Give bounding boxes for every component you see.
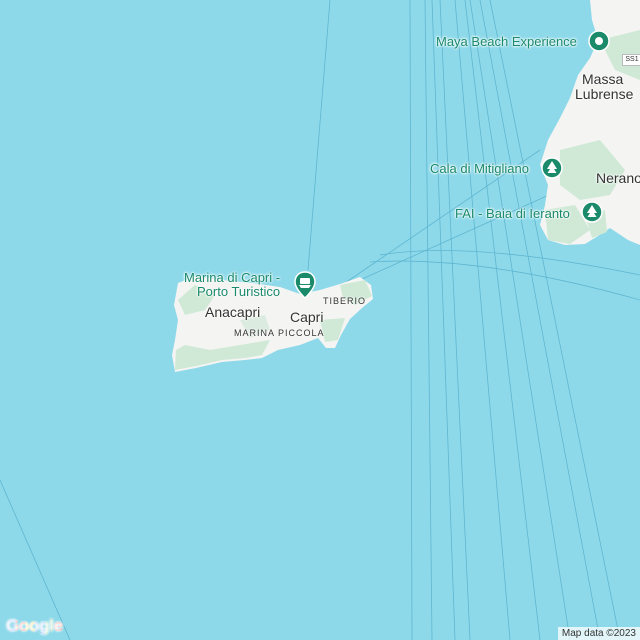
fai-ieranto-label[interactable]: FAI - Baia di Ieranto <box>455 206 570 221</box>
anacapri-label: Anacapri <box>205 304 261 320</box>
park-pin-icon[interactable] <box>581 201 603 223</box>
park-pin-icon[interactable] <box>541 157 563 179</box>
cala-mitigliano-label[interactable]: Cala di Mitigliano <box>430 161 529 176</box>
google-logo: Google <box>6 616 63 635</box>
nerano-label: Nerano <box>596 170 640 186</box>
road-shield: SS1 <box>622 54 640 66</box>
massa-label: Massa <box>582 71 624 87</box>
tiberio-label: TIBERIO <box>323 296 367 306</box>
capri-label: Capri <box>290 309 324 325</box>
marina-capri-label-line2[interactable]: Porto Turistico <box>197 284 280 299</box>
marina-capri-label-line1[interactable]: Marina di Capri - <box>184 270 280 285</box>
beach-pin-icon[interactable] <box>588 30 610 52</box>
marina-piccola-label: MARINA PICCOLA <box>234 328 325 338</box>
maya-beach-label[interactable]: Maya Beach Experience <box>436 34 577 49</box>
lubrense-label: Lubrense <box>575 86 634 102</box>
ferry-pin-icon[interactable] <box>294 271 316 299</box>
map-attribution[interactable]: Map data ©2023 <box>557 627 640 640</box>
